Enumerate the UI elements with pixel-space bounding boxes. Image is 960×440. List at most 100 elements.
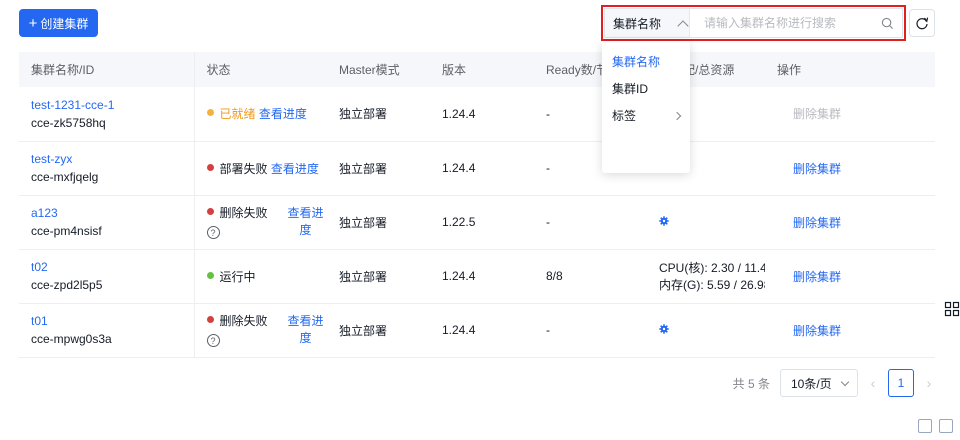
- next-page-icon[interactable]: ›: [922, 375, 936, 391]
- cell-status: 删除失败 查看进度 ?: [194, 195, 327, 249]
- delete-cluster-button[interactable]: 删除集群: [793, 216, 841, 230]
- screenshot-icon[interactable]: [918, 419, 932, 433]
- delete-cluster-button[interactable]: 删除集群: [793, 270, 841, 284]
- create-cluster-label: 创建集群: [40, 16, 89, 31]
- page-number-current[interactable]: 1: [888, 369, 914, 397]
- delete-cluster-button[interactable]: 删除集群: [793, 107, 841, 121]
- status-text: 部署失败: [219, 161, 268, 176]
- table-row: test-1231-cce-1 cce-zk5758hq 已就绪 查看进度 独立…: [19, 87, 935, 141]
- cluster-name-link[interactable]: a123: [31, 206, 193, 220]
- chevron-right-icon: [672, 111, 682, 120]
- cell-version: 1.22.5: [442, 215, 476, 229]
- table-row: a123 cce-pm4nsisf 删除失败 查看进度 ? 独立部署 1.22.…: [19, 195, 935, 249]
- grid-icon[interactable]: [944, 301, 960, 317]
- search-icon[interactable]: [872, 9, 902, 37]
- table-row: test-zyx cce-mxfjqelg 部署失败 查看进度 独立部署 1.2…: [19, 141, 935, 195]
- total-count: 共 5 条: [732, 376, 770, 391]
- header-master: Master模式: [339, 63, 400, 77]
- status-dot: [206, 208, 214, 215]
- cluster-name-link[interactable]: t01: [31, 314, 193, 328]
- cell-name: test-1231-cce-1 cce-zk5758hq: [19, 87, 195, 141]
- status-dot: [206, 316, 214, 323]
- table-row: t01 cce-mpwg0s3a 删除失败 查看进度 ? 独立部署 1.24.4…: [19, 303, 935, 357]
- cell-version: 1.24.4: [442, 106, 476, 121]
- cell-name: t01 cce-mpwg0s3a: [19, 303, 195, 357]
- view-progress-line2: 度: [299, 331, 312, 345]
- help-icon[interactable]: ?: [206, 226, 220, 239]
- help-icon[interactable]: ?: [206, 334, 220, 347]
- prev-page-icon[interactable]: ‹: [866, 375, 880, 391]
- chevron-down-icon: [840, 377, 849, 386]
- cluster-id: cce-mpwg0s3a: [31, 332, 112, 346]
- cell-ready: -: [546, 323, 550, 337]
- gear-icon[interactable]: [659, 323, 669, 337]
- cell-ready: -: [546, 215, 550, 229]
- cell-version: 1.24.4: [442, 323, 476, 337]
- search-box: 集群名称: [604, 8, 903, 38]
- table-header-row: 集群名称/ID 状态 Master模式 版本 Ready数/节点 已分配/总资源…: [19, 52, 935, 87]
- create-cluster-button[interactable]: + 创建集群: [19, 9, 98, 37]
- view-progress-link[interactable]: 查看进度: [271, 162, 319, 176]
- cluster-name-link[interactable]: t02: [31, 260, 193, 274]
- cell-status: 运行中: [194, 249, 327, 303]
- cell-ready: 8/8: [546, 269, 563, 283]
- refresh-icon: [916, 17, 929, 30]
- status-text: 删除失败: [219, 314, 268, 328]
- view-progress-line1: 查看进: [287, 314, 324, 328]
- search-field-dropdown: 集群名称 集群ID 标签: [602, 41, 690, 173]
- cell-master: 独立部署: [339, 161, 388, 176]
- dropdown-item-label: 集群名称: [612, 55, 661, 69]
- cell-master: 独立部署: [339, 269, 388, 284]
- cell-status: 部署失败 查看进度: [194, 141, 327, 195]
- page-size-select[interactable]: 10条/页: [780, 369, 858, 397]
- view-progress-link[interactable]: 查看进度: [286, 204, 326, 238]
- cluster-table: 集群名称/ID 状态 Master模式 版本 Ready数/节点 已分配/总资源…: [19, 52, 935, 358]
- header-version: 版本: [442, 63, 467, 77]
- refresh-button[interactable]: [909, 9, 935, 37]
- cell-action: 删除集群: [765, 87, 935, 141]
- cell-resource: CPU(核): 2.30 / 11.40 内存(G): 5.59 / 26.98: [647, 249, 765, 303]
- status-dot: [206, 271, 214, 279]
- cell-master: 独立部署: [339, 107, 388, 122]
- view-progress-line2: 度: [299, 223, 312, 237]
- search-input[interactable]: [690, 9, 872, 37]
- cell-status: 已就绪 查看进度: [194, 87, 327, 141]
- cluster-name-link[interactable]: test-1231-cce-1: [31, 98, 193, 112]
- cluster-id: cce-zpd2l5p5: [31, 278, 103, 292]
- header-action: 操作: [765, 52, 935, 87]
- cell-name: a123 cce-pm4nsisf: [19, 195, 195, 249]
- header-name: 集群名称/ID: [19, 52, 195, 87]
- dropdown-item-cluster-id[interactable]: 集群ID: [602, 75, 690, 102]
- pagination: 共 5 条 10条/页 ‹ 1 ›: [733, 369, 936, 397]
- cluster-id: cce-pm4nsisf: [31, 224, 102, 238]
- cell-name: t02 cce-zpd2l5p5: [19, 249, 195, 303]
- delete-cluster-button[interactable]: 删除集群: [793, 162, 841, 176]
- status-dot: [206, 109, 214, 117]
- view-progress-link[interactable]: 查看进度: [259, 107, 307, 121]
- plus-icon: +: [28, 14, 38, 32]
- status-text: 删除失败: [219, 206, 268, 220]
- chevron-up-icon: [677, 19, 689, 32]
- cluster-id: cce-zk5758hq: [31, 115, 106, 130]
- cell-action: 删除集群: [765, 249, 935, 303]
- dropdown-item-label: 标签: [612, 109, 637, 123]
- cell-name: test-zyx cce-mxfjqelg: [19, 141, 195, 195]
- cell-resource: [647, 303, 765, 357]
- cluster-id: cce-mxfjqelg: [31, 170, 99, 184]
- dropdown-item-tag[interactable]: 标签: [602, 102, 690, 129]
- ocr-icon[interactable]: [939, 419, 953, 433]
- dropdown-item-cluster-name[interactable]: 集群名称: [602, 48, 690, 75]
- view-progress-link[interactable]: 查看进度: [286, 312, 326, 346]
- resource-memory: 内存(G): 5.59 / 26.98: [659, 278, 765, 292]
- cell-version: 1.24.4: [442, 161, 476, 175]
- gear-icon[interactable]: [659, 215, 669, 229]
- delete-cluster-button[interactable]: 删除集群: [793, 324, 841, 338]
- cell-action: 删除集群: [765, 303, 935, 357]
- cell-master: 独立部署: [339, 323, 388, 338]
- search-field-select[interactable]: 集群名称: [605, 9, 690, 37]
- status-text: 已就绪: [219, 107, 256, 122]
- table-row: t02 cce-zpd2l5p5 运行中 独立部署 1.24.4 8/8 CPU…: [19, 249, 935, 303]
- cell-version: 1.24.4: [442, 269, 476, 283]
- cluster-name-link[interactable]: test-zyx: [31, 152, 193, 166]
- cell-action: 删除集群: [765, 141, 935, 195]
